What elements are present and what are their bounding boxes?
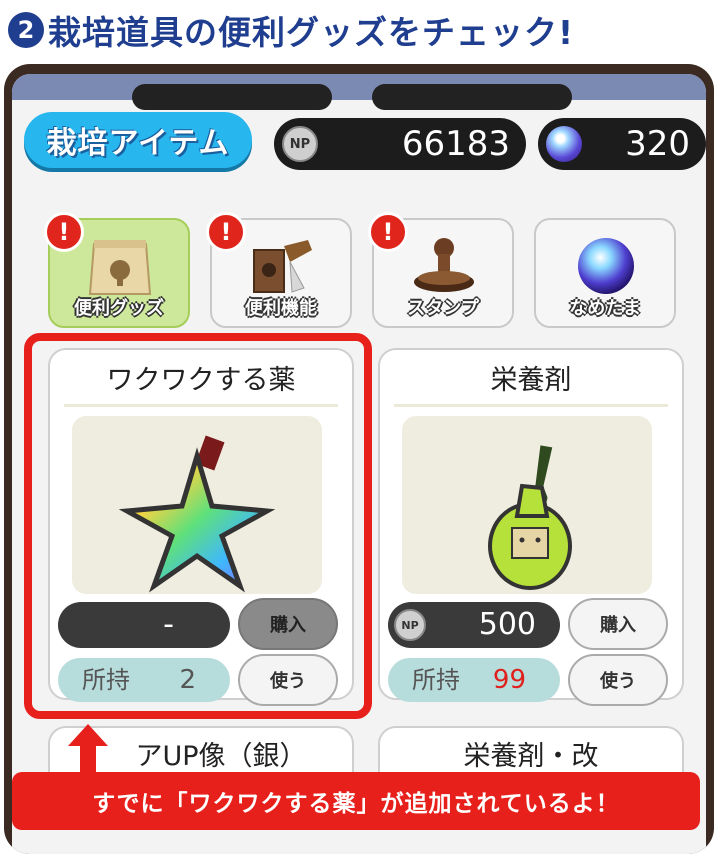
alert-icon: ! (206, 212, 246, 252)
np-currency-display: NP 66183 (274, 118, 526, 170)
tab-convenience-goods[interactable]: ! 便利グッズ (44, 212, 190, 328)
screen-title-tab: 栽培アイテム (24, 112, 252, 168)
item-card-eiyouzai: 栄養剤 NP 500 購入 所持 99 使う (378, 348, 684, 706)
tab-nametama[interactable]: なめたま (534, 218, 676, 328)
np-coin-icon: NP (282, 126, 318, 162)
callout-text: すでに「ワクワクする薬」が追加されているよ！ (92, 791, 620, 817)
screen-title: 栽培アイテム (46, 126, 230, 161)
owned-label: 所持 (412, 666, 460, 694)
top-strip (12, 74, 706, 110)
tab-convenience-functions[interactable]: ! 便利機能 (206, 212, 352, 328)
price-display: NP 500 (388, 602, 560, 648)
stamp-icon (414, 238, 474, 292)
item-name: 栄養剤 (490, 365, 572, 396)
buy-button[interactable]: 購入 (568, 598, 668, 650)
step-number-badge: 2 (8, 12, 44, 48)
top-chip (132, 84, 332, 110)
tab-stamps[interactable]: ! スタンプ (368, 212, 514, 328)
np-value: 66183 (401, 124, 510, 164)
green-bottle-icon (488, 445, 572, 590)
np-coin-icon: NP (394, 609, 426, 641)
highlight-box (24, 333, 372, 719)
orb-value: 320 (625, 124, 690, 164)
tab-label: スタンプ (407, 298, 479, 319)
price-value: 500 (478, 607, 536, 642)
tab-label: 便利グッズ (74, 298, 164, 319)
tab-label: 便利機能 (245, 298, 317, 319)
top-chip (372, 84, 572, 110)
orb-icon (578, 238, 634, 294)
item-image-frame (402, 416, 652, 594)
owned-count: 所持 99 (388, 658, 560, 702)
owned-value: 99 (492, 665, 526, 695)
item-name: 栄養剤・改 (463, 741, 599, 772)
tools-icon (253, 240, 312, 293)
orb-currency-display: 320 (538, 118, 706, 170)
article-heading: 2 栽培道具の便利グッズをチェック! (8, 4, 574, 56)
bag-icon (88, 240, 152, 295)
alert-icon: ! (368, 212, 408, 252)
tab-label: なめたま (569, 298, 641, 319)
use-button[interactable]: 使う (568, 654, 668, 706)
alert-icon: ! (44, 212, 84, 252)
heading-text: 栽培道具の便利グッズをチェック! (48, 13, 575, 52)
callout-banner: すでに「ワクワクする薬」が追加されているよ！ (12, 772, 700, 830)
divider (394, 404, 668, 407)
orb-gem-icon (546, 126, 582, 162)
